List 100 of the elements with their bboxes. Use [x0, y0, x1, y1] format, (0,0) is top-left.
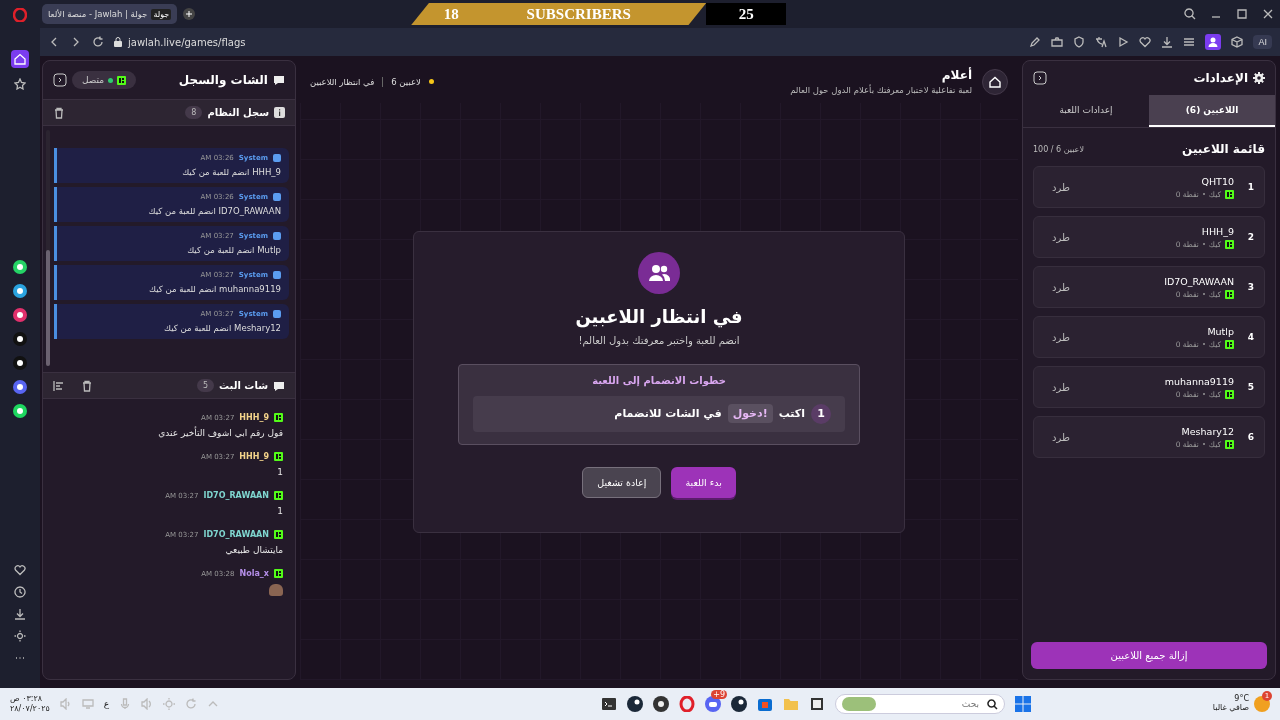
- reload-icon[interactable]: [92, 36, 104, 48]
- trash-icon[interactable]: [53, 106, 65, 119]
- platform-icon: [274, 530, 283, 539]
- ai-button[interactable]: AI: [1253, 35, 1272, 49]
- username: Nola_x: [239, 569, 269, 578]
- username: HHH_9: [239, 413, 269, 422]
- platform-icon: [1225, 289, 1234, 299]
- message-text: ID7O_RAWAAN انضم للعبة من كيك: [147, 206, 281, 216]
- clock-icon[interactable]: [14, 586, 26, 598]
- record-icon[interactable]: [653, 696, 669, 712]
- home-button[interactable]: [982, 68, 1008, 95]
- game-title: أعلام: [940, 68, 972, 82]
- status-dot: [428, 79, 434, 84]
- section-title: سجل النظام: [207, 107, 269, 118]
- player-rank: 2: [1246, 232, 1254, 242]
- home-icon: [988, 74, 1002, 89]
- player-rank: 3: [1246, 282, 1254, 292]
- keyboard-language[interactable]: ع: [103, 699, 110, 709]
- play-icon[interactable]: [1117, 36, 1130, 48]
- step-number: 1: [811, 403, 831, 424]
- chat-bubble-icon: [273, 379, 285, 392]
- scrollbar[interactable]: [46, 130, 50, 366]
- section-title: شات البث: [219, 380, 268, 391]
- kick-button[interactable]: طرد: [1044, 177, 1078, 197]
- terminal-icon[interactable]: [601, 696, 617, 712]
- collapse-panel-icon[interactable]: [1033, 71, 1047, 85]
- kick-button[interactable]: طرد: [1044, 227, 1078, 247]
- player-capacity: 100 / 6 لاعبين: [1033, 144, 1084, 154]
- player-rank: 4: [1246, 332, 1254, 342]
- game-button[interactable]: إعادة تشغيل: [582, 466, 662, 498]
- opera-logo-icon[interactable]: [13, 8, 27, 22]
- download-icon[interactable]: [14, 608, 26, 620]
- player-name: HHH_9: [1200, 225, 1234, 237]
- settings-tab[interactable]: اللاعبين (6): [1149, 95, 1275, 127]
- align-icon[interactable]: [53, 379, 65, 392]
- home-icon[interactable]: [11, 50, 29, 68]
- new-tab-icon[interactable]: [183, 8, 196, 20]
- heart-outline-icon[interactable]: [1139, 36, 1152, 48]
- username: ID7O_RAWAAN: [203, 491, 269, 500]
- maximize-icon[interactable]: [1236, 8, 1248, 20]
- browser-icon[interactable]: [679, 696, 695, 712]
- panel-title: الشات والسجل: [178, 73, 268, 87]
- message-text: مايتشال طبيعي: [224, 545, 283, 555]
- search-input[interactable]: بحث: [882, 698, 981, 710]
- taskbar-clock[interactable]: ٠٣:٢٨ ص ٢٨/٠٧/٢٠٢٥: [10, 694, 50, 714]
- settings-tab[interactable]: إعدادات اللعبة: [1023, 95, 1149, 127]
- store-icon[interactable]: [757, 696, 773, 712]
- window-icon[interactable]: [809, 696, 825, 712]
- waiting-title: في انتظار اللاعبين: [575, 305, 743, 327]
- platform-icon: [117, 75, 127, 85]
- kick-button[interactable]: طرد: [1044, 327, 1078, 347]
- platform-icon: [1225, 189, 1234, 199]
- game-button[interactable]: بدء اللعبة: [671, 466, 736, 498]
- platform-icon: [274, 452, 283, 461]
- weather-sun-icon: [1254, 696, 1270, 712]
- shield-icon[interactable]: [1073, 36, 1086, 48]
- banner-label: SUBSCRIBERS: [525, 5, 632, 23]
- player-name: muhanna9119: [1163, 375, 1234, 387]
- info-icon: [274, 107, 285, 118]
- list-title: قائمة اللاعبين: [1182, 142, 1265, 156]
- player-name: Mutlp: [1206, 325, 1234, 337]
- count-badge: 5: [196, 379, 214, 392]
- profile-icon[interactable]: [1205, 34, 1222, 50]
- browser-tab[interactable]: جولة جولة | Jawlah - منصة الألعا: [42, 4, 178, 24]
- search-icon[interactable]: [1184, 8, 1196, 20]
- message-text: قول رقم ابي اشوف التأخير عندي: [157, 428, 283, 438]
- weather-temperature: 9°C: [1233, 695, 1249, 704]
- platform-icon: [1225, 339, 1234, 349]
- star-icon[interactable]: [14, 78, 26, 90]
- count-badge: 8: [185, 106, 203, 119]
- close-icon[interactable]: [1262, 8, 1274, 20]
- people-icon: [648, 263, 670, 282]
- landscape-image: [842, 697, 876, 711]
- platform-icon: [274, 413, 283, 422]
- game-status: في انتظار اللاعبين: [310, 76, 375, 87]
- remove-all-button[interactable]: إزالة جميع اللاعبين: [1031, 642, 1267, 669]
- steps-title: خطوات الانضمام إلى اللعبة: [592, 374, 726, 386]
- player-rank: 1: [1246, 182, 1254, 192]
- notification-badge: 9+: [711, 690, 727, 699]
- message-text: Mutlp انضم للعبة من كيك: [186, 245, 281, 255]
- menu-icon[interactable]: [1183, 36, 1196, 48]
- message-text: 1: [276, 506, 283, 516]
- chat-bubble-icon: [273, 74, 285, 86]
- trash-icon[interactable]: [81, 379, 93, 392]
- kick-button[interactable]: طرد: [1044, 277, 1078, 297]
- player-name: Meshary12: [1180, 425, 1234, 437]
- heart-icon[interactable]: [14, 564, 26, 576]
- download-icon[interactable]: [1161, 36, 1174, 48]
- message-text: muhanna9119 انضم للعبة من كيك: [148, 284, 281, 294]
- kick-button[interactable]: طرد: [1044, 377, 1078, 397]
- step-text: في الشات للانضمام: [614, 407, 722, 420]
- url-field[interactable]: jawlah.live/games/flags: [128, 36, 246, 48]
- search-field[interactable]: بحث: [835, 694, 1005, 714]
- platform-icon: [1225, 239, 1234, 249]
- edit-icon[interactable]: [1029, 36, 1042, 48]
- kick-button[interactable]: طرد: [1044, 427, 1078, 447]
- collapse-panel-icon[interactable]: [53, 73, 67, 87]
- player-rank: 5: [1246, 382, 1254, 392]
- tab-favicon: جولة: [151, 8, 172, 20]
- cube-icon[interactable]: [1231, 36, 1244, 48]
